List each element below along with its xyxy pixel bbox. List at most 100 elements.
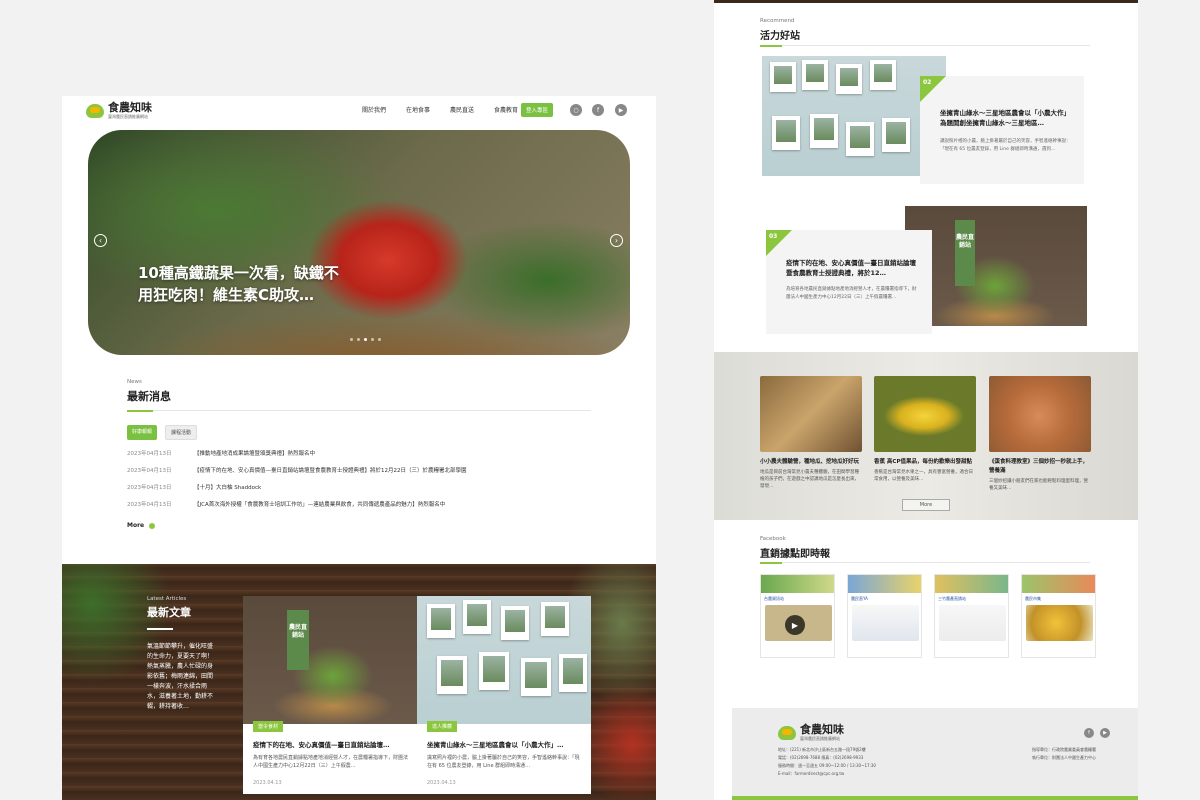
tab-promotions[interactable]: 好康報報 xyxy=(127,425,158,440)
news-date: 2023年04月13日 xyxy=(127,502,172,508)
nav-direct[interactable]: 農民直送 xyxy=(440,105,484,114)
market-title[interactable]: 香蕉 高CP值果品，每份約歡樂出發甜點 xyxy=(874,458,976,467)
post-page-name[interactable]: 農民市集 xyxy=(1022,593,1095,605)
homepage-panel: 食農知味 臺灣農民直銷推廣網站 關於我們 在地食事 農民直送 食農教育 登入專區… xyxy=(62,96,656,800)
footer-operator: 執行單位：財團法人中國生產力中心 xyxy=(1032,755,1096,760)
photo-print xyxy=(882,118,910,152)
banana-image[interactable] xyxy=(874,376,976,452)
logo-icon xyxy=(86,103,104,118)
post-image[interactable] xyxy=(939,605,1006,641)
article-card[interactable]: 達人推薦 坐擁青山綠水～三星地區農會以「小農大作」… 識寫照片裡的小農，脇上掛著… xyxy=(417,596,591,794)
news-item[interactable]: 2023年04月13日 【推動地產地消成果論壇暨頒獎典禮】熱烈報名中 xyxy=(127,449,591,457)
nav-local[interactable]: 在地食事 xyxy=(396,105,440,114)
event-image[interactable] xyxy=(762,56,946,176)
news-text[interactable]: 【疫情下的在地、安心真價值—臺日直銷站論壇暨食農教育士授證典禮】將於12月22日… xyxy=(194,466,467,474)
news-item[interactable]: 2023年04月13日 【十月】大白柚 Shaddock xyxy=(127,483,591,491)
footer-address: 地址：(221) 新北市汐止區新台五路一段79號2樓 xyxy=(778,747,866,752)
market-more-button[interactable]: More xyxy=(902,499,950,511)
article-image[interactable]: 農民直銷站 xyxy=(243,596,417,724)
articles-title: 最新文章 xyxy=(147,606,191,619)
hero-prev-button[interactable]: ‹ xyxy=(94,234,107,247)
article-image[interactable] xyxy=(417,596,591,724)
event-title[interactable]: 坐擁青山綠水～三星地區農會以「小農大作」為題開創坐擁青山綠水～三星地區… xyxy=(940,108,1070,128)
event-image[interactable]: 農民直銷站 xyxy=(905,206,1087,326)
site-logo[interactable]: 食農知味 臺灣農民直銷推廣網站 xyxy=(86,102,152,119)
play-icon[interactable]: ▶ xyxy=(785,615,805,635)
post-banner xyxy=(1022,575,1095,593)
news-text[interactable]: 【JCA首次海外授權「食農教育士培訓工作坊」—連結農業與飲食，共同傳遞農產品的魅… xyxy=(194,500,445,508)
event-card[interactable]: 02 坐擁青山綠水～三星地區農會以「小農大作」為題開創坐擁青山綠水～三星地區… … xyxy=(920,76,1084,184)
top-strip xyxy=(714,0,1138,3)
articles-intro: Latest Articles 最新文章 氣溫節節攀升，催化旺盛的生命力，夏要天… xyxy=(147,596,213,712)
market-item[interactable]: 香蕉 高CP值果品，每份約歡樂出發甜點 香蕉是台灣常見水果之一，具有豐富營養，適… xyxy=(874,376,976,483)
post-page-name[interactable]: 三竹農產直銷站 xyxy=(935,593,1008,605)
facebook-post[interactable]: 三竹農產直銷站 xyxy=(934,574,1009,658)
more-label[interactable]: More xyxy=(127,522,144,529)
event-title[interactable]: 疫情下的在地、安心真價值—臺日直銷站論壇暨食農教育士授證典禮，將於12… xyxy=(786,258,918,278)
carousel-dot[interactable] xyxy=(357,338,360,341)
youtube-icon[interactable]: ▶ xyxy=(615,104,627,116)
photo-print xyxy=(559,654,587,692)
hero-carousel[interactable]: ‹ › 10種高鐵蔬果一次看，缺鐵不用狂吃肉！維生素C助攻… xyxy=(88,130,630,355)
market-item[interactable]: 小小農夫體驗營，種地瓜、挖地瓜好好玩 地瓜是目前台灣常見小農夫種體驗，在田間學習… xyxy=(760,376,862,490)
post-page-name[interactable]: 農民直YA xyxy=(848,593,921,605)
post-page-name[interactable]: 台農資訊站 xyxy=(761,593,834,605)
footer-email[interactable]: E-mail：farmerdirect@cpc.org.tw xyxy=(778,770,876,778)
brand-name: 食農知味 xyxy=(108,101,152,114)
footer-tagline: 臺灣農民直銷推廣網站 xyxy=(800,736,840,741)
facebook-icon[interactable]: f xyxy=(1084,728,1094,738)
news-item[interactable]: 2023年04月13日 【疫情下的在地、安心真價值—臺日直銷站論壇暨食農教育士授證… xyxy=(127,466,591,474)
footer-credits: 指導單位：行政院農業委員會農糧署 執行單位：財團法人中國生產力中心 xyxy=(1032,746,1096,762)
news-more-link[interactable]: More xyxy=(127,522,591,529)
event-number-badge: 02 xyxy=(920,76,946,102)
eggs-image[interactable] xyxy=(989,376,1091,452)
news-item[interactable]: 2023年04月13日 【JCA首次海外授權「食農教育士培訓工作坊」—連結農業與飲… xyxy=(127,500,591,508)
login-button[interactable]: 登入專區 xyxy=(521,103,553,117)
nav-about[interactable]: 關於我們 xyxy=(352,105,396,114)
photo-print xyxy=(541,602,569,636)
event-number-badge: 03 xyxy=(766,230,792,256)
market-item[interactable]: 《蛋食料理教室》三個妙招一秒就上手，營養滿 三個妙招讓小朋友們在家也能輕鬆料理蛋… xyxy=(989,376,1091,492)
photo-print xyxy=(772,116,800,150)
brand-tagline: 臺灣農民直銷推廣網站 xyxy=(108,114,148,119)
facebook-post[interactable]: 農民市集 xyxy=(1021,574,1096,658)
articles-eyebrow: Latest Articles xyxy=(147,596,187,602)
divider xyxy=(147,628,173,630)
footer-logo[interactable]: 食農知味 臺灣農民直銷推廣網站 xyxy=(778,724,844,741)
footer-contact: 地址：(221) 新北市汐止區新台五路一段79號2樓 電話：(02)2698-7… xyxy=(778,746,876,778)
articles-section: Latest Articles 最新文章 氣溫節節攀升，催化旺盛的生命力，夏要天… xyxy=(62,564,656,800)
market-title[interactable]: 《蛋食料理教室》三個妙招一秒就上手，營養滿 xyxy=(989,458,1091,476)
carousel-dot[interactable] xyxy=(350,338,353,341)
youtube-icon[interactable]: ▶ xyxy=(1100,728,1110,738)
post-image[interactable] xyxy=(852,605,919,641)
facebook-icon[interactable]: f xyxy=(592,104,604,116)
carousel-dot[interactable] xyxy=(371,338,374,341)
market-title[interactable]: 小小農夫體驗營，種地瓜、挖地瓜好好玩 xyxy=(760,458,862,467)
article-title[interactable]: 疫情下的在地、安心真價值—臺日直銷站論壇… xyxy=(253,739,411,749)
facebook-post[interactable]: 台農資訊站 ▶ xyxy=(760,574,835,658)
sweet-potato-image[interactable] xyxy=(760,376,862,452)
post-image[interactable] xyxy=(1026,605,1093,641)
hero-next-button[interactable]: › xyxy=(610,234,623,247)
tab-courses[interactable]: 課程活動 xyxy=(165,425,198,440)
event-desc: 為培育各地農民直銷據點地產地消經營人才，在農糧署指導下，財團法人中國生產力中心1… xyxy=(786,287,917,300)
event-card[interactable]: 03 疫情下的在地、安心真價值—臺日直銷站論壇暨食農教育士授證典禮，將於12… … xyxy=(766,230,932,334)
article-title[interactable]: 坐擁青山綠水～三星地區農會以「小農大作」… xyxy=(427,739,585,749)
search-icon[interactable]: ○ xyxy=(570,104,582,116)
facebook-post[interactable]: 農民直YA xyxy=(847,574,922,658)
news-text[interactable]: 【推動地產地消成果論壇暨頒獎典禮】熱烈報名中 xyxy=(194,449,315,457)
post-banner xyxy=(935,575,1008,593)
hero-title[interactable]: 10種高鐵蔬果一次看，缺鐵不用狂吃肉！維生素C助攻… xyxy=(138,262,348,306)
photo-print xyxy=(836,64,862,94)
article-tag: 當令食材 xyxy=(253,721,284,732)
news-text[interactable]: 【十月】大白柚 Shaddock xyxy=(194,483,261,491)
carousel-dot[interactable] xyxy=(378,338,381,341)
news-date: 2023年04月13日 xyxy=(127,451,172,457)
market-desc: 三個妙招讓小朋友們在家也能輕鬆料理蛋料理，營養又美味… xyxy=(989,479,1088,491)
post-banner xyxy=(848,575,921,593)
photo-print xyxy=(427,604,455,638)
article-card[interactable]: 農民直銷站 當令食材 疫情下的在地、安心真價值—臺日直銷站論壇… 為有育各地農民… xyxy=(243,596,417,794)
market-desc: 地瓜是目前台灣常見小農夫種體驗，在田間學習種植的孩子們，在遊戲之中認識地瓜是怎麼… xyxy=(760,470,859,489)
carousel-dot-active[interactable] xyxy=(364,338,367,341)
photo-print xyxy=(479,652,509,690)
